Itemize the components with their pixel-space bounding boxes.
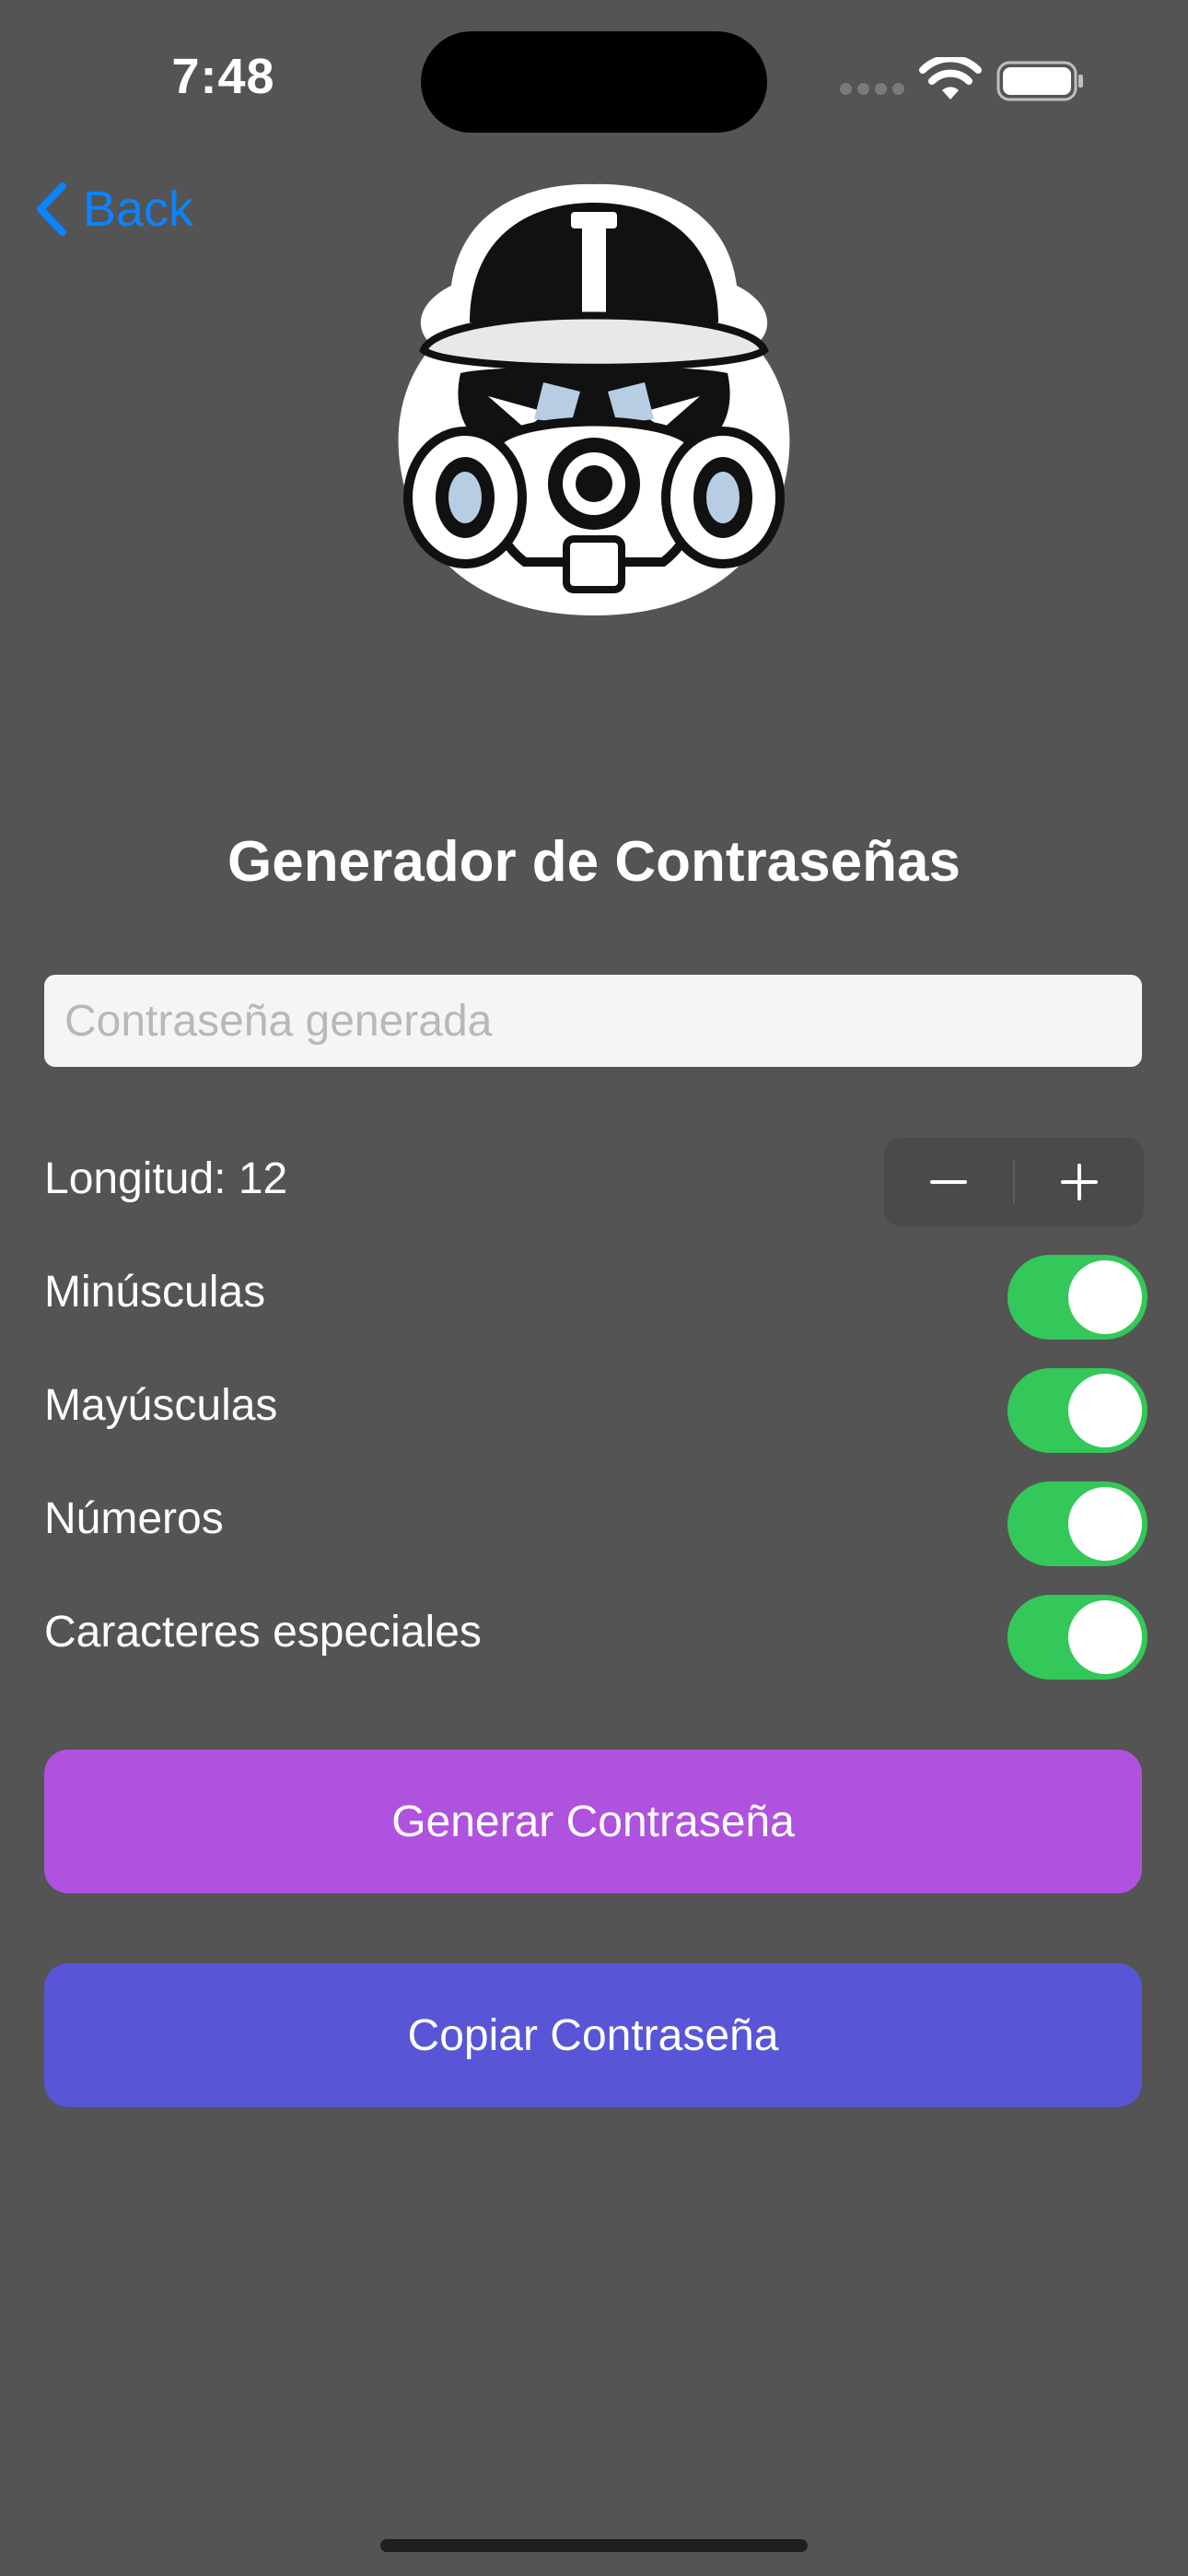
option-label-uppercase: Mayúsculas	[44, 1381, 278, 1430]
special-characters-toggle[interactable]	[1007, 1595, 1147, 1680]
generate-password-button[interactable]: Generar Contraseña	[44, 1750, 1142, 1893]
toggle-knob	[1068, 1374, 1142, 1447]
option-label-special: Caracteres especiales	[44, 1608, 482, 1657]
home-indicator	[380, 2539, 808, 2552]
lowercase-toggle[interactable]	[1007, 1255, 1147, 1340]
increment-button[interactable]	[1015, 1138, 1144, 1226]
cellular-signal-icon	[840, 83, 906, 96]
length-label: Longitud: 12	[44, 1154, 288, 1203]
dynamic-island	[421, 31, 767, 133]
battery-icon	[996, 61, 1083, 101]
copy-password-label: Copiar Contraseña	[407, 2010, 779, 2060]
toggle-knob	[1068, 1260, 1142, 1334]
decrement-button[interactable]	[884, 1138, 1013, 1226]
wifi-icon	[919, 57, 982, 100]
numbers-toggle[interactable]	[1007, 1481, 1147, 1566]
plus-icon	[1061, 1164, 1098, 1200]
length-stepper[interactable]	[884, 1138, 1144, 1226]
generate-password-label: Generar Contraseña	[391, 1797, 795, 1846]
toggle-knob	[1068, 1487, 1142, 1561]
minus-icon	[930, 1180, 967, 1184]
option-label-numbers: Números	[44, 1494, 224, 1543]
generated-password-field[interactable]	[44, 975, 1142, 1067]
uppercase-toggle[interactable]	[1007, 1368, 1147, 1453]
back-button[interactable]: Back	[33, 181, 193, 238]
gas-mask-logo	[398, 183, 790, 616]
back-label: Back	[83, 181, 194, 237]
status-time: 7:48	[171, 49, 275, 104]
option-label-lowercase: Minúsculas	[44, 1268, 266, 1317]
toggle-knob	[1068, 1600, 1142, 1674]
copy-password-button[interactable]: Copiar Contraseña	[44, 1963, 1142, 2107]
page-title: Generador de Contraseñas	[227, 830, 961, 894]
chevron-left-icon	[37, 182, 66, 236]
